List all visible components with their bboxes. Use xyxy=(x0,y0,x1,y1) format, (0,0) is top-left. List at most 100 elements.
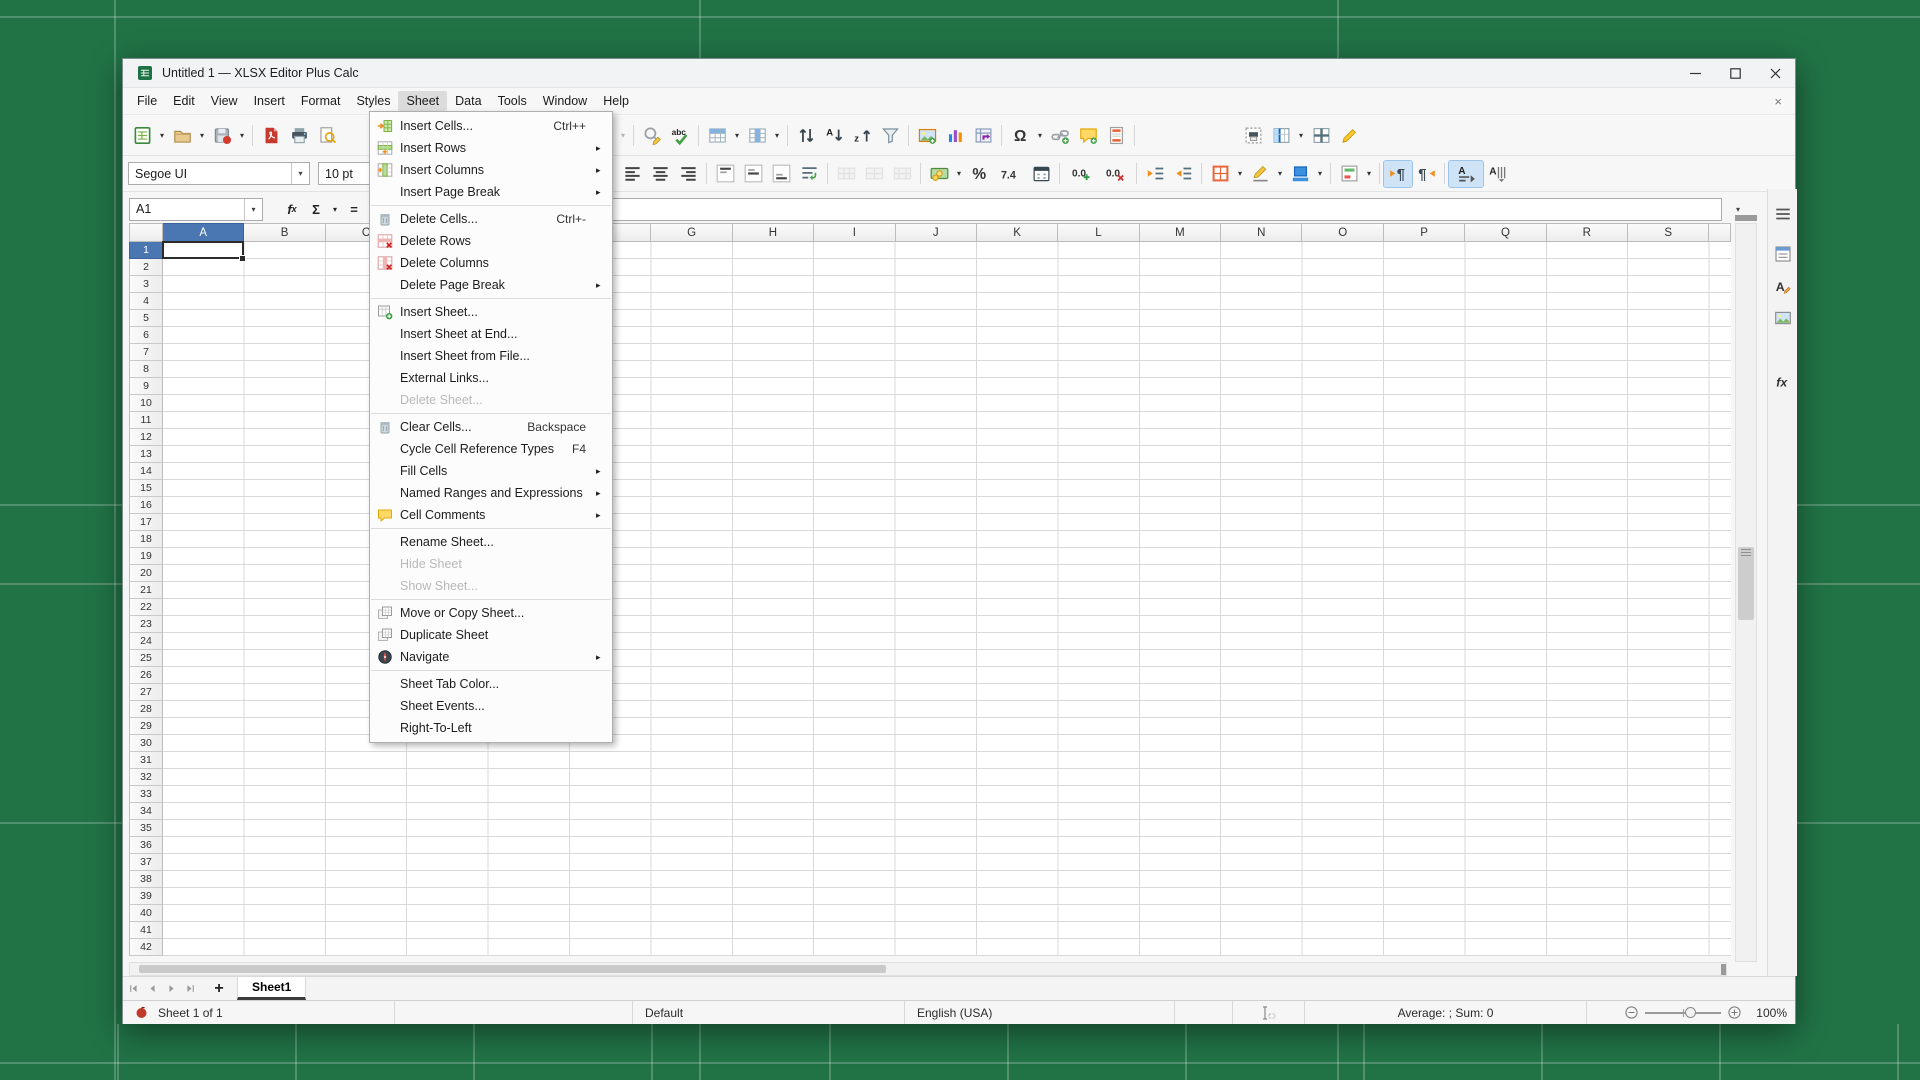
vertical-scrollbar-thumb[interactable] xyxy=(1738,547,1754,620)
unmerge-cells-icon[interactable] xyxy=(888,161,916,187)
row-header-29[interactable]: 29 xyxy=(129,718,163,735)
navigator-icon[interactable] xyxy=(1770,337,1796,363)
column-header-b[interactable]: B xyxy=(244,223,325,242)
row-header-35[interactable]: 35 xyxy=(129,820,163,837)
show-draw-functions-icon[interactable] xyxy=(1335,122,1363,148)
menu-item-insert-sheet-from-file[interactable]: Insert Sheet from File... xyxy=(370,345,612,367)
menu-item-sheet-tab-color[interactable]: Sheet Tab Color... xyxy=(370,673,612,695)
column-header-a[interactable]: A xyxy=(163,223,244,242)
column-header-i[interactable]: I xyxy=(814,223,895,242)
zoom-out-icon[interactable] xyxy=(1625,1006,1638,1019)
print-preview-icon[interactable] xyxy=(313,122,341,148)
row-header-15[interactable]: 15 xyxy=(129,480,163,497)
borders-icon[interactable] xyxy=(1206,161,1234,187)
vertical-scrollbar[interactable] xyxy=(1735,223,1757,962)
row-header-28[interactable]: 28 xyxy=(129,701,163,718)
zoom-in-icon[interactable] xyxy=(1728,1006,1741,1019)
menubar-item-edit[interactable]: Edit xyxy=(165,91,203,111)
menu-item-sheet-events[interactable]: Sheet Events... xyxy=(370,695,612,717)
menu-item-delete-columns[interactable]: Delete Columns xyxy=(370,252,612,274)
row-header-4[interactable]: 4 xyxy=(129,293,163,310)
menu-item-delete-cells[interactable]: Delete Cells...Ctrl+- xyxy=(370,208,612,230)
column-header-h[interactable]: H xyxy=(733,223,814,242)
delete-decimal-place-icon[interactable]: 0.0 xyxy=(1098,161,1132,187)
borders-dropdown-caret-icon[interactable]: ▾ xyxy=(1234,161,1246,187)
column-header-k[interactable]: K xyxy=(977,223,1058,242)
sidebar-settings-icon[interactable] xyxy=(1770,201,1796,227)
row-header-25[interactable]: 25 xyxy=(129,650,163,667)
decrease-indent-icon[interactable] xyxy=(1169,161,1197,187)
left-to-right-paragraph-icon[interactable]: ¶ xyxy=(1384,161,1412,187)
column-header-o[interactable]: O xyxy=(1302,223,1383,242)
chevron-down-icon[interactable]: ▾ xyxy=(291,163,309,184)
row-header-33[interactable]: 33 xyxy=(129,786,163,803)
sheet-tab-sheet1[interactable]: Sheet1 xyxy=(237,977,306,1000)
align-center-icon[interactable] xyxy=(646,161,674,187)
merge-cells-icon[interactable] xyxy=(860,161,888,187)
border-style-icon[interactable] xyxy=(1246,161,1274,187)
conditional-formatting-icon[interactable] xyxy=(1335,161,1363,187)
currency-format-dropdown-caret-icon[interactable]: ▾ xyxy=(953,161,965,187)
menubar-item-help[interactable]: Help xyxy=(595,91,637,111)
styles-icon[interactable]: A xyxy=(1770,273,1796,299)
row-header-13[interactable]: 13 xyxy=(129,446,163,463)
menubar-item-tools[interactable]: Tools xyxy=(490,91,535,111)
menu-item-move-or-copy-sheet[interactable]: Move or Copy Sheet... xyxy=(370,602,612,624)
row-header-1[interactable]: 1 xyxy=(129,242,163,259)
menu-item-right-to-left[interactable]: Right-To-Left xyxy=(370,717,612,739)
headers-and-footers-icon[interactable] xyxy=(1102,122,1130,148)
column-header-n[interactable]: N xyxy=(1221,223,1302,242)
horizontal-scrollbar[interactable] xyxy=(129,962,1727,976)
row-header-42[interactable]: 42 xyxy=(129,939,163,956)
name-box[interactable]: A1 ▾ xyxy=(129,198,263,221)
selection-fill-handle[interactable] xyxy=(239,255,246,262)
menubar-item-window[interactable]: Window xyxy=(535,91,595,111)
new-spreadsheet-icon[interactable] xyxy=(128,122,156,148)
sum-icon[interactable]: Σ xyxy=(305,198,327,220)
summary-segment[interactable]: Average: ; Sum: 0 xyxy=(1305,1001,1587,1024)
percent-format-icon[interactable]: % xyxy=(965,161,993,187)
row-header-8[interactable]: 8 xyxy=(129,361,163,378)
row-header-27[interactable]: 27 xyxy=(129,684,163,701)
export-pdf-icon[interactable] xyxy=(257,122,285,148)
text-direction-vertical-icon[interactable]: A xyxy=(1483,161,1511,187)
menu-item-fill-cells[interactable]: Fill Cells▸ xyxy=(370,460,612,482)
insert-comment-icon[interactable] xyxy=(1074,122,1102,148)
right-to-left-paragraph-icon[interactable]: ¶ xyxy=(1412,161,1440,187)
menu-item-rename-sheet[interactable]: Rename Sheet... xyxy=(370,531,612,553)
row-header-18[interactable]: 18 xyxy=(129,531,163,548)
properties-icon[interactable] xyxy=(1770,241,1796,267)
row-header-23[interactable]: 23 xyxy=(129,616,163,633)
background-color-icon[interactable] xyxy=(1286,161,1314,187)
sort-icon[interactable] xyxy=(792,122,820,148)
insert-mode-segment[interactable] xyxy=(395,1001,633,1024)
menu-item-insert-sheet[interactable]: Insert Sheet... xyxy=(370,301,612,323)
menu-item-cell-comments[interactable]: Cell Comments▸ xyxy=(370,504,612,526)
row-header-3[interactable]: 3 xyxy=(129,276,163,293)
chevron-down-icon[interactable]: ▾ xyxy=(244,199,262,220)
open-folder-dropdown-caret-icon[interactable]: ▾ xyxy=(196,122,208,148)
menu-item-insert-sheet-at-end[interactable]: Insert Sheet at End... xyxy=(370,323,612,345)
menubar-item-format[interactable]: Format xyxy=(293,91,349,111)
freeze-rows-and-columns-icon[interactable] xyxy=(1267,122,1295,148)
row-header-11[interactable]: 11 xyxy=(129,412,163,429)
row-header-10[interactable]: 10 xyxy=(129,395,163,412)
new-spreadsheet-dropdown-caret-icon[interactable]: ▾ xyxy=(156,122,168,148)
save-icon[interactable] xyxy=(208,122,236,148)
menubar-item-sheet[interactable]: Sheet xyxy=(398,91,447,111)
menu-item-insert-columns[interactable]: Insert Columns▸ xyxy=(370,159,612,181)
column-header-j[interactable]: J xyxy=(896,223,977,242)
column-header-q[interactable]: Q xyxy=(1465,223,1546,242)
row-header-2[interactable]: 2 xyxy=(129,259,163,276)
row-header-14[interactable]: 14 xyxy=(129,463,163,480)
column-header-s[interactable]: S xyxy=(1628,223,1709,242)
find-replace-icon[interactable] xyxy=(638,122,666,148)
spelling-icon[interactable]: abc xyxy=(666,122,694,148)
currency-format-icon[interactable] xyxy=(925,161,953,187)
autofilter-icon[interactable] xyxy=(876,122,904,148)
menubar-item-styles[interactable]: Styles xyxy=(348,91,398,111)
row-header-20[interactable]: 20 xyxy=(129,565,163,582)
special-character-dropdown-caret-icon[interactable]: ▾ xyxy=(1034,122,1046,148)
increase-indent-icon[interactable] xyxy=(1141,161,1169,187)
row-header-9[interactable]: 9 xyxy=(129,378,163,395)
